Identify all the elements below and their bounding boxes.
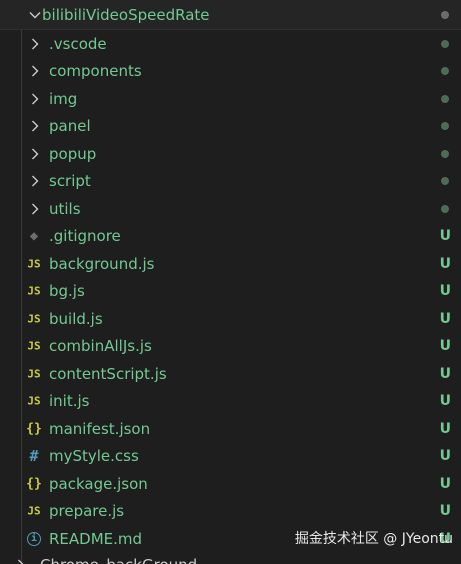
file-background-js[interactable]: JS background.js U xyxy=(0,250,461,278)
css-icon: # xyxy=(29,447,39,466)
folder-chrome-background[interactable]: Chrome_backGround xyxy=(0,551,461,564)
watermark: 掘金技术社区 @ JYeontu xyxy=(294,531,453,547)
git-status-untracked: U xyxy=(439,448,451,465)
status-dot xyxy=(441,94,449,103)
file-label: background.js xyxy=(49,254,155,273)
file-package-json[interactable]: {} package.json U xyxy=(0,470,461,498)
folder-utils[interactable]: utils xyxy=(0,195,461,223)
file-label: prepare.js xyxy=(49,502,125,521)
file-init-js[interactable]: JS init.js U xyxy=(0,388,461,416)
file-label: bg.js xyxy=(49,282,85,301)
chevron-right-icon xyxy=(28,147,42,161)
folder-label: Chrome_backGround xyxy=(40,556,197,564)
status-dot xyxy=(441,67,449,76)
git-status-untracked: U xyxy=(439,393,451,410)
status-dot xyxy=(441,10,449,19)
folder-root[interactable]: bilibiliVideoSpeedRate xyxy=(0,0,461,30)
git-status-untracked: U xyxy=(439,255,451,272)
folder-label: script xyxy=(49,172,91,191)
javascript-icon: JS xyxy=(27,367,41,381)
git-status-untracked: U xyxy=(439,475,451,492)
file-gitignore[interactable]: ◆ .gitignore U xyxy=(0,223,461,251)
status-dot xyxy=(441,122,449,131)
javascript-icon: JS xyxy=(27,257,41,271)
folder-panel[interactable]: panel xyxy=(0,113,461,141)
file-prepare-js[interactable]: JS prepare.js U xyxy=(0,498,461,526)
file-manifest-json[interactable]: {} manifest.json U xyxy=(0,415,461,443)
chevron-right-icon xyxy=(28,202,42,216)
status-dot xyxy=(441,39,449,48)
folder-label: panel xyxy=(49,117,91,136)
folder-label: img xyxy=(49,89,78,108)
status-dot xyxy=(441,149,449,158)
git-icon: ◆ xyxy=(29,228,39,245)
git-status-untracked: U xyxy=(439,420,451,437)
folder-vscode[interactable]: .vscode xyxy=(0,30,461,58)
file-build-js[interactable]: JS build.js U xyxy=(0,305,461,333)
file-label: myStyle.css xyxy=(49,447,139,466)
folder-popup[interactable]: popup xyxy=(0,140,461,168)
javascript-icon: JS xyxy=(27,284,41,298)
git-status-untracked: U xyxy=(439,365,451,382)
file-label: build.js xyxy=(49,309,103,328)
javascript-icon: JS xyxy=(27,312,41,326)
git-status-untracked: U xyxy=(439,228,451,245)
folder-label: utils xyxy=(49,199,81,218)
folder-img[interactable]: img xyxy=(0,85,461,113)
status-dot xyxy=(441,204,449,213)
info-icon: i xyxy=(27,531,41,546)
git-status-untracked: U xyxy=(439,503,451,520)
file-contentscript-js[interactable]: JS contentScript.js U xyxy=(0,360,461,388)
chevron-right-icon xyxy=(28,37,42,51)
status-dot xyxy=(441,177,449,186)
file-label: README.md xyxy=(49,529,143,548)
git-status-untracked: U xyxy=(439,310,451,327)
javascript-icon: JS xyxy=(27,504,41,518)
folder-label: components xyxy=(49,62,142,81)
chevron-right-icon xyxy=(14,558,28,564)
git-status-untracked: U xyxy=(439,283,451,300)
file-combinalljs-js[interactable]: JS combinAllJs.js U xyxy=(0,333,461,361)
json-icon: {} xyxy=(26,476,42,492)
git-status-untracked: U xyxy=(439,338,451,355)
json-icon: {} xyxy=(26,421,42,437)
chevron-right-icon xyxy=(28,174,42,188)
file-label: manifest.json xyxy=(49,419,151,438)
javascript-icon: JS xyxy=(27,339,41,353)
file-label: package.json xyxy=(49,474,148,493)
folder-label: .vscode xyxy=(49,34,107,53)
file-bg-js[interactable]: JS bg.js U xyxy=(0,278,461,306)
folder-root-label: bilibiliVideoSpeedRate xyxy=(42,5,210,24)
chevron-right-icon xyxy=(28,64,42,78)
chevron-right-icon xyxy=(28,92,42,106)
file-label: .gitignore xyxy=(49,227,121,246)
file-explorer: bilibiliVideoSpeedRate .vscode component… xyxy=(0,0,461,564)
chevron-down-icon xyxy=(28,8,42,22)
folder-components[interactable]: components xyxy=(0,58,461,86)
folder-script[interactable]: script xyxy=(0,168,461,196)
javascript-icon: JS xyxy=(27,394,41,408)
folder-label: popup xyxy=(49,144,97,163)
file-mystyle-css[interactable]: # myStyle.css U xyxy=(0,443,461,471)
file-label: contentScript.js xyxy=(49,364,167,383)
chevron-right-icon xyxy=(28,119,42,133)
file-label: init.js xyxy=(49,392,90,411)
file-label: combinAllJs.js xyxy=(49,337,152,356)
